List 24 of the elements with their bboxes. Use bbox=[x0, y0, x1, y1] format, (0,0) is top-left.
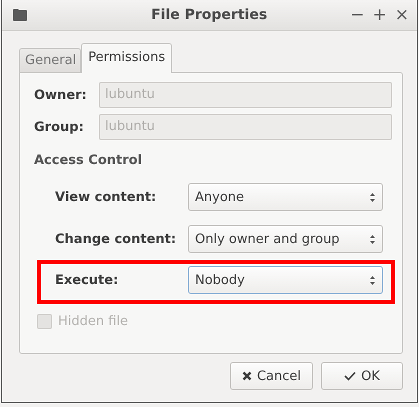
ok-button[interactable]: OK bbox=[321, 362, 403, 390]
spinner-arrows-icon bbox=[369, 234, 376, 244]
checkmark-icon bbox=[344, 371, 356, 381]
dropdown[interactable]: Anyone bbox=[188, 183, 383, 211]
field-label: View content: bbox=[55, 190, 158, 204]
window-control[interactable]: × bbox=[394, 6, 409, 24]
window-control[interactable]: + bbox=[372, 6, 387, 24]
field-label: Execute: bbox=[55, 272, 120, 288]
tab[interactable]: General bbox=[19, 48, 82, 73]
window-control[interactable]: − bbox=[350, 6, 364, 24]
checkbox-label: Hidden file bbox=[58, 314, 128, 329]
dropdown[interactable]: Only owner and group bbox=[188, 225, 383, 253]
field-label: Change content: bbox=[55, 232, 178, 246]
field-label: Owner: bbox=[34, 88, 88, 102]
dropdown[interactable]: Nobody bbox=[188, 266, 383, 294]
close-icon bbox=[242, 371, 252, 381]
spinner-arrows-icon bbox=[369, 192, 376, 202]
folder-icon bbox=[12, 8, 28, 22]
tab[interactable]: Permissions bbox=[81, 43, 172, 73]
section-heading: Access Control bbox=[34, 153, 144, 168]
window-title: File Properties bbox=[150, 7, 268, 23]
cancel-button[interactable]: Cancel bbox=[230, 362, 313, 390]
field-label: Group: bbox=[34, 120, 85, 134]
spinner-arrows-icon bbox=[369, 274, 376, 286]
